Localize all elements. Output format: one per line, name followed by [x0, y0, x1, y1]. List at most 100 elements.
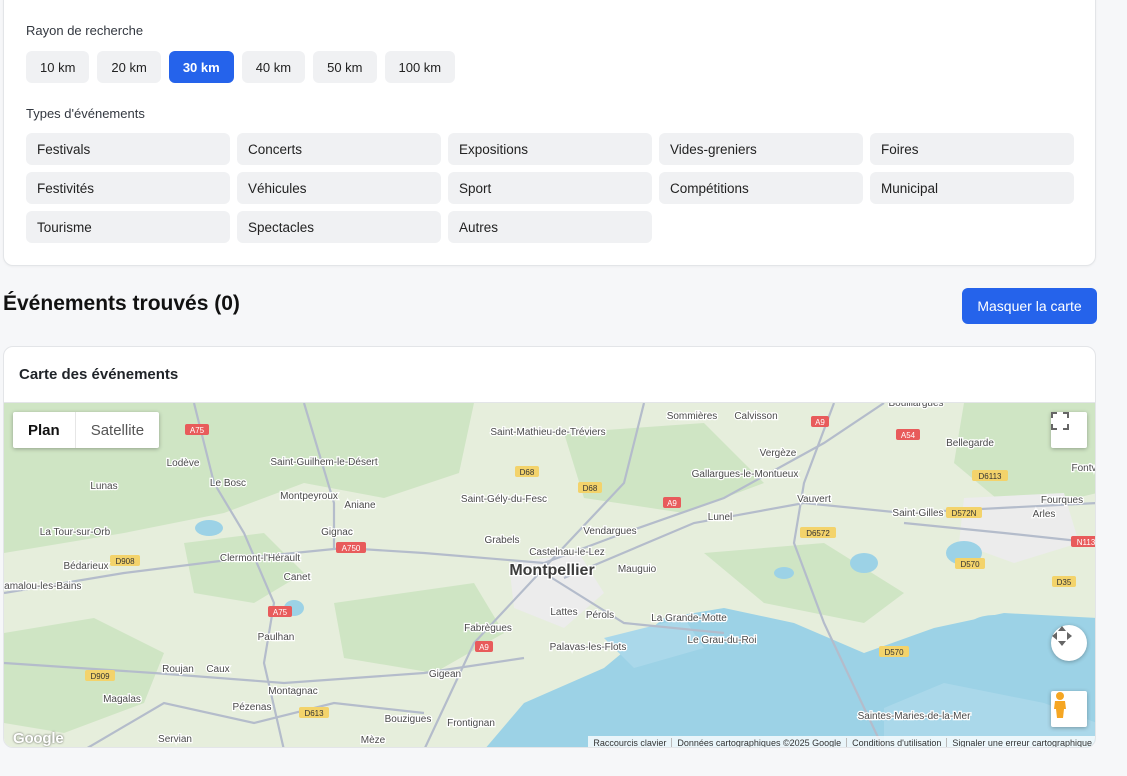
place-label: Montagnac	[268, 686, 317, 697]
radius-option[interactable]: 10 km	[26, 51, 90, 83]
event-type-option[interactable]: Spectacles	[237, 211, 441, 243]
place-label: Saint-Mathieu-de-Tréviers	[490, 427, 605, 438]
road-shield-label: D6572	[806, 529, 830, 538]
place-label: Fontv	[1071, 463, 1096, 474]
place-label: Castelnau-le-Lez	[529, 547, 605, 558]
map-card-title: Carte des événements	[19, 366, 179, 383]
place-label: Canet	[284, 572, 311, 583]
place-label: Grabels	[484, 535, 519, 546]
road-shield-label: D68	[583, 484, 598, 493]
place-label: Magalas	[103, 694, 141, 705]
place-label: Lattes	[550, 607, 577, 618]
place-label: Bouillargues	[888, 403, 943, 409]
event-type-option[interactable]: Festivals	[26, 133, 230, 165]
radius-option[interactable]: 20 km	[97, 51, 161, 83]
road-shield-label: D570	[884, 648, 904, 657]
road-shield: A9	[663, 497, 681, 508]
camera-control-icon[interactable]	[1051, 625, 1087, 661]
google-logo: Google	[13, 730, 64, 747]
radius-options: 10 km 20 km 30 km 40 km 50 km 100 km	[26, 51, 456, 83]
place-label: Pérols	[586, 610, 614, 621]
radius-label: Rayon de recherche	[26, 23, 144, 38]
road-shield-label: A54	[901, 431, 916, 440]
road-shield-label: D613	[304, 709, 324, 718]
place-label: Caux	[206, 664, 229, 675]
hide-map-button[interactable]: Masquer la carte	[962, 288, 1097, 324]
road-shield-label: D570	[960, 560, 980, 569]
event-type-option[interactable]: Compétitions	[659, 172, 863, 204]
results-title: Événements trouvés (0)	[3, 292, 240, 315]
road-shield: D6572	[800, 527, 836, 538]
radius-option[interactable]: 100 km	[384, 51, 456, 83]
event-type-option[interactable]: Tourisme	[26, 211, 230, 243]
report-error-link[interactable]: Signaler une erreur cartographique	[946, 738, 1095, 747]
event-types-grid: Festivals Concerts Expositions Vides-grenie…	[26, 133, 1075, 243]
road-shield: D68	[515, 466, 539, 477]
road-shield-label: D68	[520, 468, 535, 477]
event-type-option[interactable]: Vides-greniers	[659, 133, 863, 165]
road-shield: A75	[185, 424, 209, 435]
map-canvas[interactable]: A75 A9 A54 D68 D68 D6113 A9 D6572 D572N D908 A750 N…	[4, 403, 1096, 748]
road-shield: A9	[811, 416, 829, 427]
radius-option[interactable]: 40 km	[241, 51, 306, 83]
map-type-satellite[interactable]: Satellite	[74, 412, 159, 448]
place-label: Calvisson	[734, 411, 777, 422]
pegman-icon[interactable]	[1051, 691, 1087, 727]
terms-link[interactable]: Conditions d'utilisation	[846, 738, 946, 747]
event-type-option[interactable]: Expositions	[448, 133, 652, 165]
place-label: Fabrègues	[464, 623, 512, 634]
place-label: Paulhan	[258, 632, 295, 643]
place-label: Gallargues-le-Montueux	[692, 469, 799, 480]
event-type-option[interactable]: Municipal	[870, 172, 1074, 204]
place-label: Clermont-l'Hérault	[220, 553, 300, 564]
road-shield-label: A9	[815, 418, 825, 427]
road-shield-label: A75	[273, 608, 288, 617]
radius-option[interactable]: 30 km	[168, 51, 234, 83]
map-type-control: Plan Satellite	[13, 412, 160, 448]
place-label: Mauguio	[618, 564, 657, 575]
place-label: Gignac	[321, 527, 353, 538]
place-label: Mèze	[361, 735, 386, 746]
road-shield: A750	[336, 542, 366, 553]
place-label: Lunel	[708, 512, 732, 523]
event-type-option[interactable]: Foires	[870, 133, 1074, 165]
place-label: La Grande-Motte	[651, 613, 727, 624]
event-type-option[interactable]: Concerts	[237, 133, 441, 165]
road-shield-label: D909	[90, 672, 110, 681]
place-label: Fourques	[1041, 495, 1083, 506]
road-shield: D570	[879, 646, 909, 657]
place-label: Saint-Gély-du-Fesc	[461, 494, 547, 505]
place-label: Servian	[158, 734, 192, 745]
map-view[interactable]: A75 A9 A54 D68 D68 D6113 A9 D6572 D572N D908 A750 N…	[4, 402, 1096, 748]
place-label: Le Bosc	[210, 478, 246, 489]
event-type-option[interactable]: Festivités	[26, 172, 230, 204]
place-label: Lunas	[90, 481, 117, 492]
road-shield-label: D35	[1057, 578, 1072, 587]
road-shield: D6113	[972, 470, 1008, 481]
road-shield: D35	[1052, 576, 1076, 587]
road-shield-label: D6113	[979, 472, 1003, 481]
map-attribution: Raccourcis clavier Données cartographiqu…	[588, 736, 1095, 747]
road-shield-label: D572N	[952, 509, 977, 518]
place-label: Saint-Guilhem-le-Désert	[270, 457, 377, 468]
road-shield: D908	[110, 555, 140, 566]
place-label: Saint-Gilles	[892, 508, 943, 519]
place-label: Montpellier	[509, 562, 594, 579]
radius-option[interactable]: 50 km	[313, 51, 377, 83]
keyboard-shortcuts-link[interactable]: Raccourcis clavier	[588, 738, 671, 747]
road-shield-label: N113	[1077, 538, 1096, 547]
place-label: Gigean	[429, 669, 461, 680]
road-shield-label: A750	[342, 544, 361, 553]
road-shield: A54	[896, 429, 920, 440]
event-type-option[interactable]: Autres	[448, 211, 652, 243]
map-type-plan[interactable]: Plan	[13, 412, 75, 448]
fullscreen-icon[interactable]	[1051, 412, 1087, 448]
types-label: Types d'événements	[26, 106, 145, 121]
road-shield: A9	[475, 641, 493, 652]
road-shield: D570	[955, 558, 985, 569]
event-type-option[interactable]: Véhicules	[237, 172, 441, 204]
place-label: Arles	[1033, 509, 1056, 520]
place-label: Vendargues	[583, 526, 636, 537]
road-shield-label: D908	[115, 557, 135, 566]
event-type-option[interactable]: Sport	[448, 172, 652, 204]
